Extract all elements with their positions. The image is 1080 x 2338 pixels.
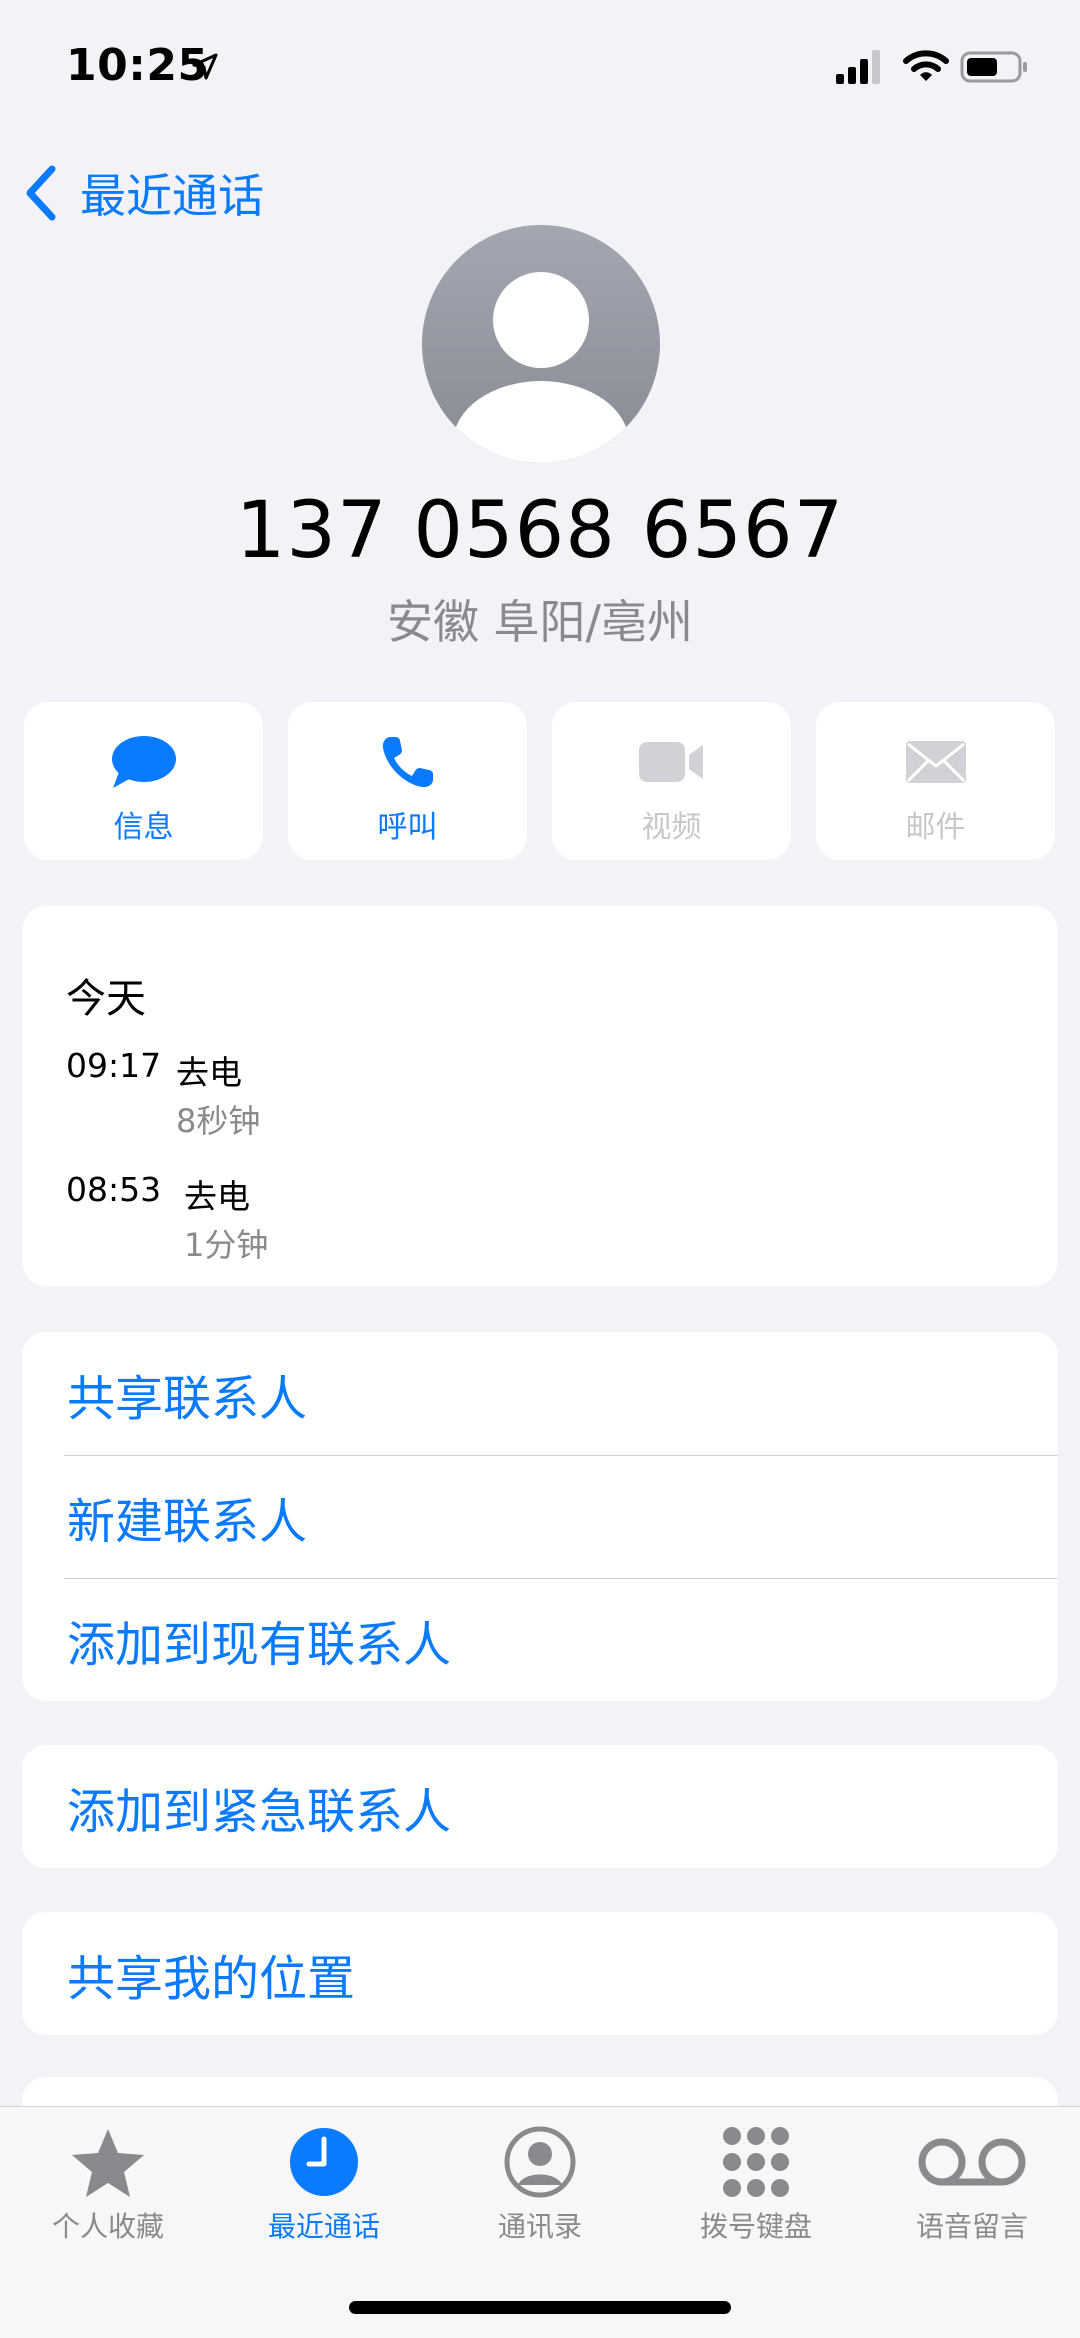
tab-contacts-label: 通讯录 [497, 2210, 582, 2243]
contact-phone-number: 137 0568 6567 [235, 486, 845, 576]
mail-label: 邮件 [905, 810, 966, 845]
call-duration: 8秒钟 [176, 1102, 261, 1140]
home-indicator[interactable] [349, 2301, 731, 2314]
message-button[interactable]: 信息 [24, 702, 263, 860]
contacts-icon [504, 2126, 576, 2198]
voicemail-icon [918, 2138, 1026, 2186]
contact-location: 安徽 阜阳/亳州 [386, 595, 694, 649]
call-time: 08:53 [66, 1170, 162, 1209]
message-label: 信息 [113, 810, 174, 845]
location-card: 共享我的位置 [22, 1912, 1058, 2035]
chevron-left-icon [26, 165, 56, 221]
tab-voicemail-label: 语音留言 [915, 2210, 1028, 2243]
contact-options-card: 共享联系人 新建联系人 添加到现有联系人 [22, 1332, 1058, 1701]
call-duration: 1分钟 [184, 1226, 269, 1264]
tab-favorites[interactable]: 个人收藏 [0, 2107, 216, 2257]
recent-calls-heading: 今天 [66, 976, 146, 1022]
back-button[interactable]: 最近通话 [22, 158, 264, 228]
tab-favorites-label: 个人收藏 [51, 2210, 164, 2243]
phone-icon [382, 737, 433, 788]
tab-voicemail[interactable]: 语音留言 [864, 2107, 1080, 2257]
add-to-existing-contact-button[interactable]: 添加到现有联系人 [22, 1578, 1058, 1701]
keypad-icon [723, 2127, 789, 2197]
tab-keypad-label: 拨号键盘 [699, 2210, 812, 2243]
message-icon [111, 736, 176, 788]
battery-icon [960, 51, 1027, 83]
recent-calls-card: 今天 09:17 去电 8秒钟 08:53 去电 1分钟 [22, 906, 1058, 1286]
video-button[interactable]: 视频 [552, 702, 791, 860]
tab-keypad[interactable]: 拨号键盘 [648, 2107, 864, 2257]
contact-avatar [422, 225, 660, 463]
clock-icon [290, 2128, 358, 2196]
call-button[interactable]: 呼叫 [288, 702, 527, 860]
tab-contacts[interactable]: 通讯录 [432, 2107, 648, 2257]
mail-button[interactable]: 邮件 [816, 702, 1055, 860]
location-arrow-icon [192, 53, 218, 80]
cellular-signal-icon [836, 50, 880, 84]
new-contact-button[interactable]: 新建联系人 [22, 1455, 1058, 1578]
star-icon [72, 2129, 144, 2197]
status-bar: 10:25 [0, 0, 1080, 130]
share-my-location-button[interactable]: 共享我的位置 [22, 1912, 1058, 2035]
tab-recents[interactable]: 最近通话 [216, 2107, 432, 2257]
call-label: 呼叫 [377, 810, 438, 845]
tab-recents-label: 最近通话 [267, 2210, 380, 2243]
mail-icon [905, 741, 966, 783]
status-time: 10:25 [66, 40, 209, 91]
call-type: 去电 [184, 1177, 250, 1216]
video-label: 视频 [641, 810, 702, 845]
call-time: 09:17 [66, 1046, 162, 1085]
call-type: 去电 [176, 1053, 242, 1092]
add-emergency-contact-button[interactable]: 添加到紧急联系人 [22, 1745, 1058, 1868]
emergency-card: 添加到紧急联系人 [22, 1745, 1058, 1868]
action-buttons: 信息 呼叫 视频 邮件 [24, 702, 1056, 860]
person-silhouette-icon [453, 272, 629, 463]
share-contact-button[interactable]: 共享联系人 [22, 1332, 1058, 1455]
back-label: 最近通话 [80, 169, 264, 223]
video-icon [638, 742, 703, 782]
wifi-icon [903, 50, 949, 81]
